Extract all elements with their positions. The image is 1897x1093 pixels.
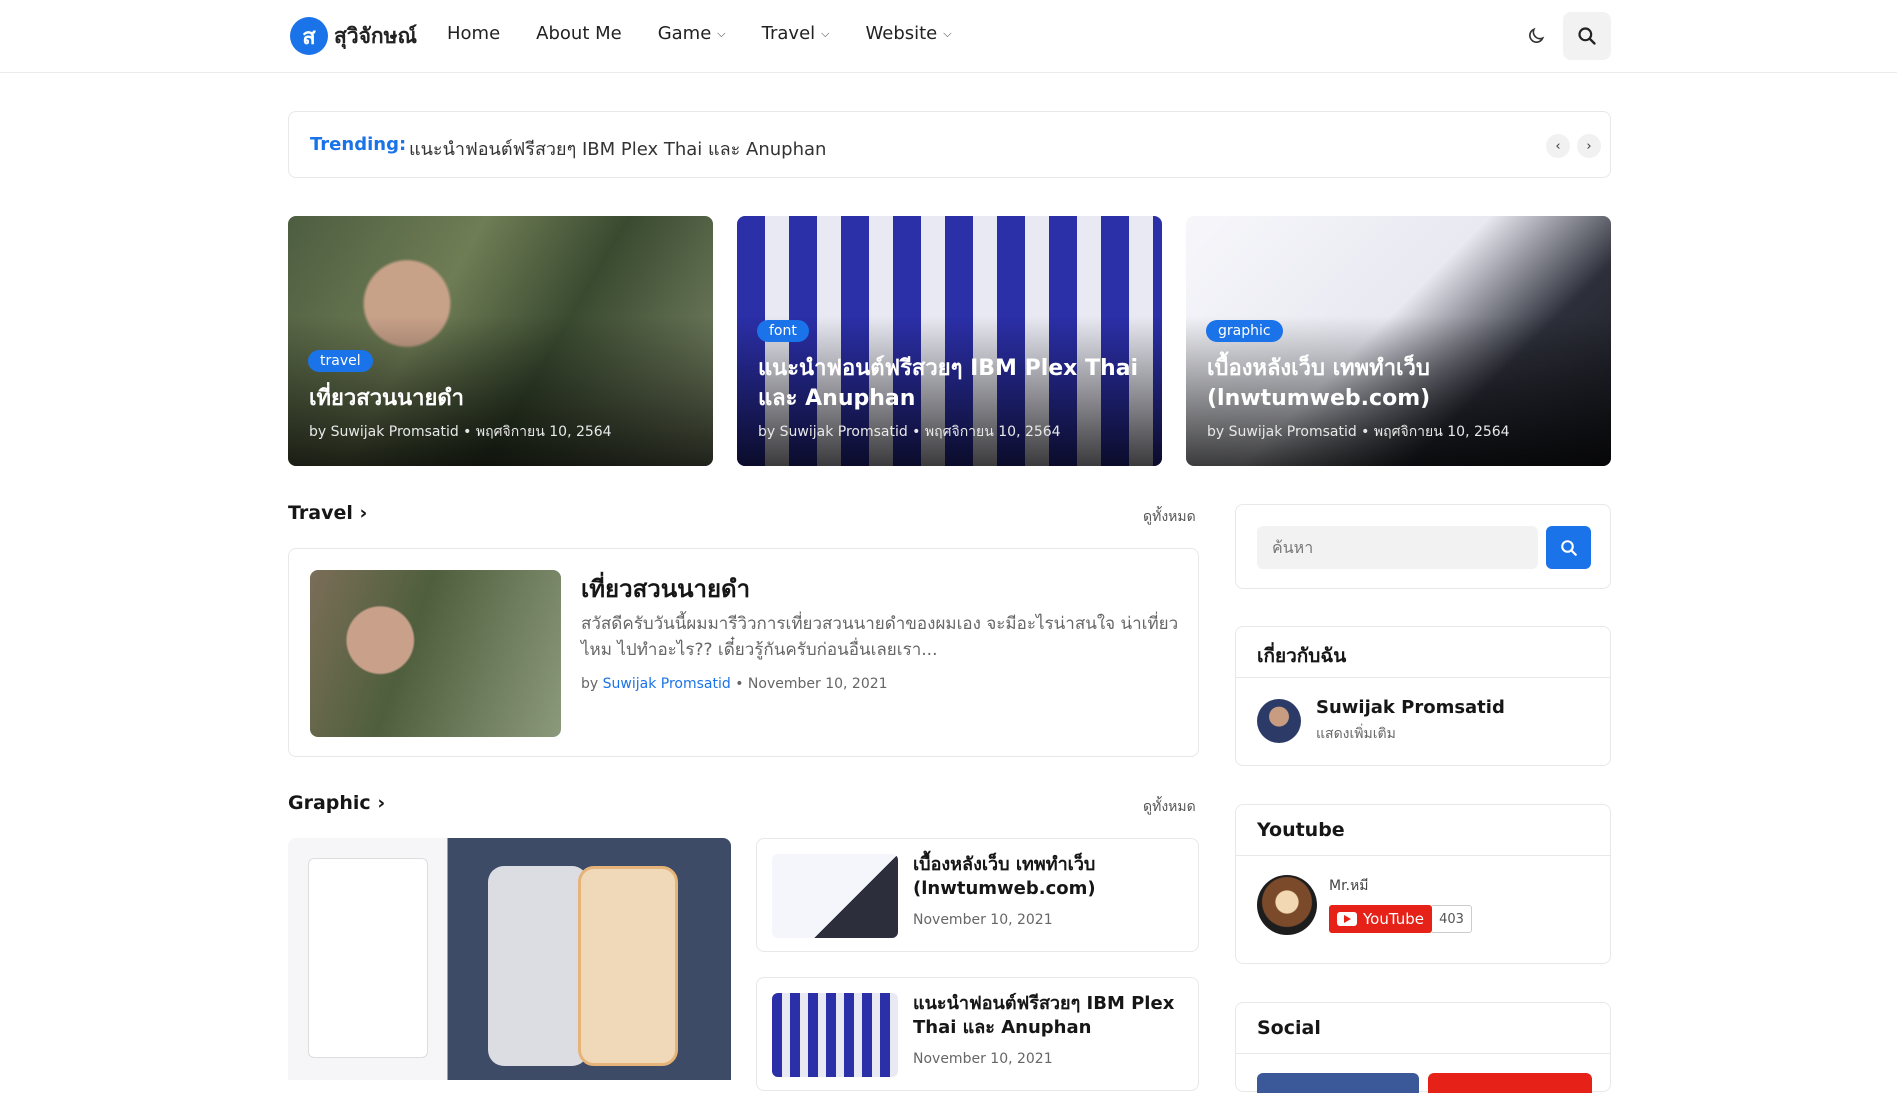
post-thumbnail[interactable] [772,993,898,1077]
search-widget [1235,504,1611,589]
featured-title[interactable]: แนะนำฟอนต์ฟรีสวยๆ IBM Plex Thai และ Anup… [758,354,1142,414]
trending-next-button[interactable]: › [1577,134,1601,158]
nav-item-about-me[interactable]: About Me [536,23,622,44]
graphic-post-card: แนะนำฟอนต์ฟรีสวยๆ IBM Plex Thai และ Anup… [756,977,1199,1091]
about-widget: เกี่ยวกับฉัน Suwijak Promsatid แสดงเพิ่ม… [1235,626,1611,766]
widget-header: Youtube [1236,805,1610,856]
logo-badge: ส [290,17,328,55]
section-title-text: Graphic [288,792,371,814]
nav-item-home[interactable]: Home [447,23,500,44]
featured-meta: by Suwijak Promsatid • พฤศจิกายน 10, 256… [758,424,1061,440]
phone-mockup [488,866,588,1066]
featured-card[interactable]: graphic เบื้องหลังเว็บ เทพทำเว็บ (lnwtum… [1186,216,1611,466]
author-name[interactable]: Suwijak Promsatid [1316,697,1505,718]
nav-label: Website [865,23,938,44]
trending-bar: Trending: แนะนำฟอนต์ฟรีสวยๆ IBM Plex Tha… [288,111,1611,178]
sidebar-search-input[interactable] [1257,526,1538,569]
channel-avatar[interactable] [1257,875,1317,935]
channel-name: Mr.หมี [1329,878,1369,894]
chevron-right-icon: › [1586,138,1592,154]
social-widget: Social [1235,1002,1611,1093]
chevron-right-icon: › [377,792,386,814]
nav-label: Game [657,23,712,44]
post-date: • November 10, 2021 [735,676,888,692]
post-thumbnail[interactable] [310,570,561,737]
widget-title: Youtube [1257,819,1345,841]
widget-header: เกี่ยวกับฉัน [1236,627,1610,678]
screenshot-mockup [308,858,428,1058]
travel-view-all-link[interactable]: ดูทั้งหมด [1143,506,1196,528]
widget-header: Social [1236,1003,1610,1054]
featured-card[interactable]: font แนะนำฟอนต์ฟรีสวยๆ IBM Plex Thai และ… [737,216,1162,466]
search-icon [1560,539,1577,556]
featured-meta: by Suwijak Promsatid • พฤศจิกายน 10, 256… [309,424,612,440]
site-logo[interactable]: ส สุวิจักษณ์ [290,17,417,55]
category-tag[interactable]: font [757,320,809,342]
post-thumbnail[interactable] [772,854,898,938]
post-date: November 10, 2021 [913,912,1053,928]
dark-mode-toggle[interactable] [1520,20,1552,52]
post-date: November 10, 2021 [913,1051,1053,1067]
nav-item-website[interactable]: Website ⌵ [866,23,952,44]
subscriber-count: 403 [1432,905,1472,933]
nav-item-game[interactable]: Game ⌵ [658,23,726,44]
nav-label: Home [447,23,501,44]
nav-label: Travel [761,23,816,44]
nav-item-travel[interactable]: Travel ⌵ [762,23,830,44]
avatar[interactable] [1257,699,1301,743]
trending-link[interactable]: แนะนำฟอนต์ฟรีสวยๆ IBM Plex Thai และ Anup… [409,134,826,163]
search-icon [1578,27,1596,45]
moon-icon [1529,27,1545,43]
site-header: ส สุวิจักษณ์ Home About Me Game ⌵ Travel ⌵… [0,0,1897,73]
trending-label: Trending: [310,134,407,155]
featured-card[interactable]: travel เที่ยวสวนนายดำ by Suwijak Promsat… [288,216,713,466]
main-nav: Home About Me Game ⌵ Travel ⌵ Website ⌵ [447,23,952,44]
sidebar-search-button[interactable] [1546,526,1591,569]
featured-meta: by Suwijak Promsatid • พฤศจิกายน 10, 256… [1207,424,1510,440]
logo-text: สุวิจักษณ์ [334,23,417,48]
chevron-down-icon: ⌵ [717,26,726,40]
phone-mockup [578,866,678,1066]
youtube-button-label: YouTube [1363,910,1424,928]
chevron-down-icon: ⌵ [943,26,952,40]
post-title[interactable]: เที่ยวสวนนายดำ [581,569,750,608]
graphic-section-title[interactable]: Graphic › [288,792,385,814]
graphic-post-card: เบื้องหลังเว็บ เทพทำเว็บ (lnwtumweb.com)… [756,838,1199,952]
category-tag[interactable]: travel [308,350,373,372]
show-more-link[interactable]: แสดงเพิ่มเติม [1316,723,1396,745]
post-snippet: สวัสดีครับวันนี้ผมมารีวิวการเที่ยวสวนนาย… [581,614,1179,660]
travel-post-card: เที่ยวสวนนายดำ สวัสดีครับวันนี้ผมมารีวิว… [288,548,1199,757]
post-author-link[interactable]: Suwijak Promsatid [603,676,731,692]
featured-title[interactable]: เบื้องหลังเว็บ เทพทำเว็บ (lnwtumweb.com) [1207,354,1591,414]
section-title-text: Travel [288,502,353,524]
graphic-view-all-link[interactable]: ดูทั้งหมด [1143,796,1196,818]
youtube-icon [1337,912,1357,926]
category-tag[interactable]: graphic [1206,320,1283,342]
youtube-widget: Youtube Mr.หมี YouTube 403 [1235,804,1611,964]
chevron-right-icon: › [359,502,368,524]
header-search-button[interactable] [1563,12,1611,60]
post-meta: by Suwijak Promsatid • November 10, 2021 [581,676,888,692]
facebook-button[interactable] [1257,1073,1419,1093]
widget-title: Social [1257,1017,1321,1039]
youtube-social-button[interactable] [1428,1073,1592,1093]
featured-title[interactable]: เที่ยวสวนนายดำ [309,384,693,414]
nav-label: About Me [536,23,622,44]
travel-section-title[interactable]: Travel › [288,502,367,524]
youtube-subscribe-button[interactable]: YouTube [1329,905,1432,933]
trending-prev-button[interactable]: ‹ [1546,134,1570,158]
post-title[interactable]: แนะนำฟอนต์ฟรีสวยๆ IBM Plex Thai และ Anup… [913,992,1183,1040]
graphic-feature-image[interactable] [288,838,731,1080]
widget-title: เกี่ยวกับฉัน [1257,645,1347,667]
post-by: by [581,676,599,692]
chevron-down-icon: ⌵ [821,26,830,40]
post-title[interactable]: เบื้องหลังเว็บ เทพทำเว็บ (lnwtumweb.com) [913,853,1183,901]
chevron-left-icon: ‹ [1555,138,1561,154]
